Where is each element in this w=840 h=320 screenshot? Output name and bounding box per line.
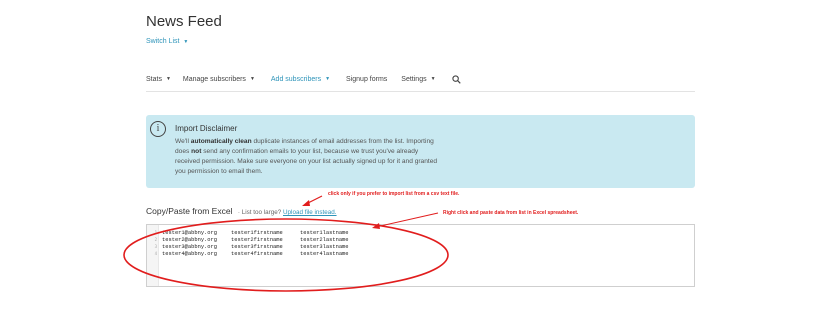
info-icon: i xyxy=(150,121,166,137)
editor-line: 1 tester1@abbny.org tester1firstname tes… xyxy=(154,229,349,236)
nav-item-label: Signup forms xyxy=(346,75,388,83)
nav-item-label: Add subscribers xyxy=(270,75,322,83)
chevron-down-icon: ▼ xyxy=(249,76,255,82)
disclaimer-text-line: received permission. Make sure everyone … xyxy=(175,158,438,165)
nav-item-label: Stats xyxy=(146,75,162,83)
chevron-down-icon: ▼ xyxy=(183,39,189,45)
nav-item-manage-subscribers[interactable]: Manage subscribers ▼ xyxy=(183,76,255,83)
page-title: News Feed xyxy=(146,13,222,30)
nav-item-settings[interactable]: Settings ▼ xyxy=(401,76,435,83)
search-icon[interactable] xyxy=(451,74,461,84)
editor-line: 3 tester3@abbny.org tester3firstname tes… xyxy=(154,243,349,250)
nav-item-label: Manage subscribers xyxy=(182,75,246,83)
editor-line: 2 tester2@abbny.org tester2firstname tes… xyxy=(154,236,349,243)
disclaimer-text-line: We'll automatically clean duplicate inst… xyxy=(175,138,434,145)
main-nav: Stats ▼ Manage subscribers ▼ Add subscri… xyxy=(146,73,461,85)
annotation-arrow xyxy=(305,195,323,205)
nav-item-signup-forms[interactable]: Signup forms xyxy=(346,76,387,83)
annotation-paste-note: Right click and paste data from list in … xyxy=(443,210,579,216)
copy-paste-subtext: · List too large? Upload file instead. xyxy=(237,209,337,216)
nav-divider xyxy=(146,91,695,92)
switch-list-link[interactable]: Switch List ▼ xyxy=(146,38,188,45)
switch-list-label: Switch List xyxy=(146,38,180,45)
copy-paste-heading: Copy/Paste from Excel · List too large? … xyxy=(146,206,337,216)
annotation-upload-note: click only if you prefer to import list … xyxy=(328,191,460,197)
disclaimer-text-line: you permission to email them. xyxy=(175,168,263,175)
chevron-down-icon: ▼ xyxy=(325,76,331,82)
copy-paste-title: Copy/Paste from Excel xyxy=(146,206,233,216)
nav-item-stats[interactable]: Stats ▼ xyxy=(146,76,171,83)
nav-item-add-subscribers[interactable]: Add subscribers ▼ xyxy=(271,76,330,83)
nav-item-label: Settings xyxy=(401,75,427,83)
disclaimer-title: Import Disclaimer xyxy=(175,124,238,133)
editor-line: 4 tester4@abbny.org tester4firstname tes… xyxy=(154,250,349,257)
disclaimer-text-line: does not send any confirmation emails to… xyxy=(175,148,419,155)
upload-file-link[interactable]: Upload file instead. xyxy=(283,209,337,216)
chevron-down-icon: ▼ xyxy=(430,76,436,82)
paste-textarea[interactable]: 1 tester1@abbny.org tester1firstname tes… xyxy=(146,224,695,287)
chevron-down-icon: ▼ xyxy=(165,76,171,82)
